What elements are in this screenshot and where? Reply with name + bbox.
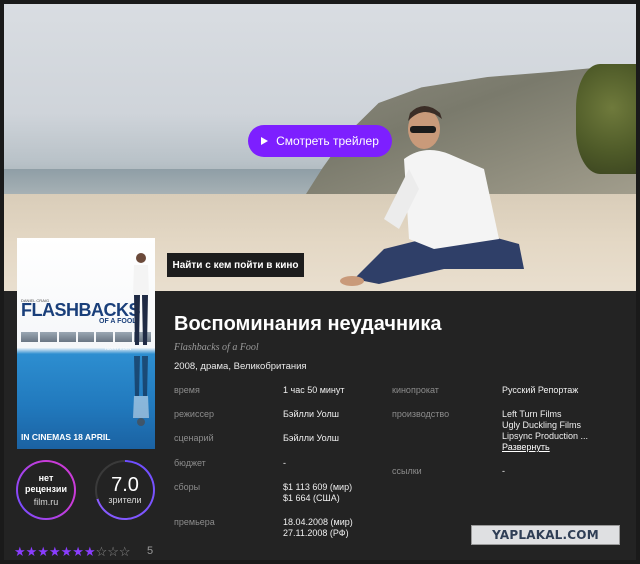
left-detail-label: бюджет bbox=[174, 458, 206, 468]
left-detail-value: 18.04.2008 (мир) 27.11.2008 (РФ) bbox=[283, 517, 353, 539]
star-filled-icon[interactable]: ★ bbox=[14, 545, 26, 558]
right-detail-value: Русский Репортаж bbox=[502, 385, 578, 396]
movie-original-title: Flashbacks of a Fool bbox=[174, 342, 259, 353]
star-filled-icon[interactable]: ★ bbox=[72, 545, 84, 558]
detail-value-line: Бэйлли Уолш bbox=[283, 433, 339, 443]
viewers-rating-badge[interactable]: 7.0 зрители bbox=[95, 460, 155, 520]
detail-value-line: Бэйлли Уолш bbox=[283, 409, 339, 419]
left-detail-label: сборы bbox=[174, 482, 201, 492]
viewers-rating-score: 7.0 bbox=[111, 474, 139, 496]
movie-meta: 2008, драма, Великобритания bbox=[174, 361, 307, 372]
left-detail-value: Бэйлли Уолш bbox=[283, 409, 339, 420]
right-detail-label: кинопрокат bbox=[392, 385, 439, 395]
critics-rating-line1: нет bbox=[38, 473, 54, 483]
left-detail-value: 1 час 50 минут bbox=[283, 385, 345, 396]
star-empty-icon[interactable]: ☆ bbox=[107, 545, 119, 558]
star-filled-icon[interactable]: ★ bbox=[84, 545, 96, 558]
poster-figure bbox=[133, 253, 149, 345]
vote-count: 5 bbox=[147, 545, 154, 557]
right-detail-value: Left Turn Films Ugly Duckling Films Lipsyn… bbox=[502, 409, 588, 453]
detail-value-line: 1 час 50 минут bbox=[283, 385, 345, 395]
poster-release-line: IN CINEMAS 18 APRIL bbox=[21, 432, 111, 442]
left-detail-value: $1 113 609 (мир) $1 664 (США) bbox=[283, 482, 352, 504]
left-detail-label: сценарий bbox=[174, 433, 214, 443]
star-empty-icon[interactable]: ☆ bbox=[96, 545, 108, 558]
detail-value-line: Ugly Duckling Films bbox=[502, 420, 582, 430]
detail-value-line: 18.04.2008 (мир) bbox=[283, 517, 353, 527]
detail-value-line: Lipsync Production ... bbox=[502, 431, 589, 441]
find-companion-button[interactable]: Найти с кем пойти в кино bbox=[167, 253, 304, 277]
star-filled-icon[interactable]: ★ bbox=[37, 545, 49, 558]
left-detail-label: режиссер bbox=[174, 409, 214, 419]
detail-value-line: 27.11.2008 (РФ) bbox=[283, 528, 349, 538]
watch-trailer-button[interactable]: Смотреть трейлер bbox=[248, 125, 392, 157]
viewers-rating-source: зрители bbox=[108, 495, 142, 505]
poster-co-star: HARRY EDEN bbox=[105, 346, 132, 351]
movie-title: Воспоминания неудачника bbox=[174, 313, 442, 335]
detail-value-line: Русский Репортаж bbox=[502, 385, 579, 395]
left-detail-value: Бэйлли Уолш bbox=[283, 433, 339, 444]
expand-link[interactable]: Развернуть bbox=[502, 442, 588, 453]
star-rating-input[interactable]: ★ ★ ★ ★ ★ ★ ★ ☆ ☆ ☆ bbox=[14, 545, 131, 558]
star-filled-icon[interactable]: ★ bbox=[26, 545, 38, 558]
left-detail-label: премьера bbox=[174, 517, 215, 527]
watermark: YAPLAKAL.COM bbox=[471, 525, 620, 545]
poster-reflection bbox=[133, 356, 149, 426]
watch-trailer-label: Смотреть трейлер bbox=[276, 134, 379, 148]
detail-value-line: - bbox=[283, 458, 286, 468]
detail-value-line: $1 664 (США) bbox=[283, 493, 340, 503]
star-empty-icon[interactable]: ☆ bbox=[119, 545, 131, 558]
play-icon bbox=[261, 137, 269, 145]
detail-value-line: - bbox=[502, 466, 505, 476]
critics-rating-badge[interactable]: нет рецензии film.ru bbox=[16, 460, 76, 520]
right-detail-label: ссылки bbox=[392, 466, 422, 476]
left-detail-value: - bbox=[283, 458, 286, 469]
detail-value-line: Left Turn Films bbox=[502, 409, 562, 419]
right-detail-value: - bbox=[502, 466, 505, 477]
critics-rating-source: film.ru bbox=[33, 497, 59, 507]
star-filled-icon[interactable]: ★ bbox=[49, 545, 61, 558]
star-filled-icon[interactable]: ★ bbox=[61, 545, 73, 558]
detail-value-line: $1 113 609 (мир) bbox=[283, 482, 353, 492]
left-detail-label: время bbox=[174, 385, 200, 395]
critics-rating-line2: рецензии bbox=[24, 484, 68, 494]
hero-bush bbox=[576, 64, 636, 174]
movie-poster[interactable]: DANIEL CRAIG FLASHBACKS OF A FOOL HARRY … bbox=[17, 238, 155, 449]
right-detail-label: производство bbox=[392, 409, 450, 419]
